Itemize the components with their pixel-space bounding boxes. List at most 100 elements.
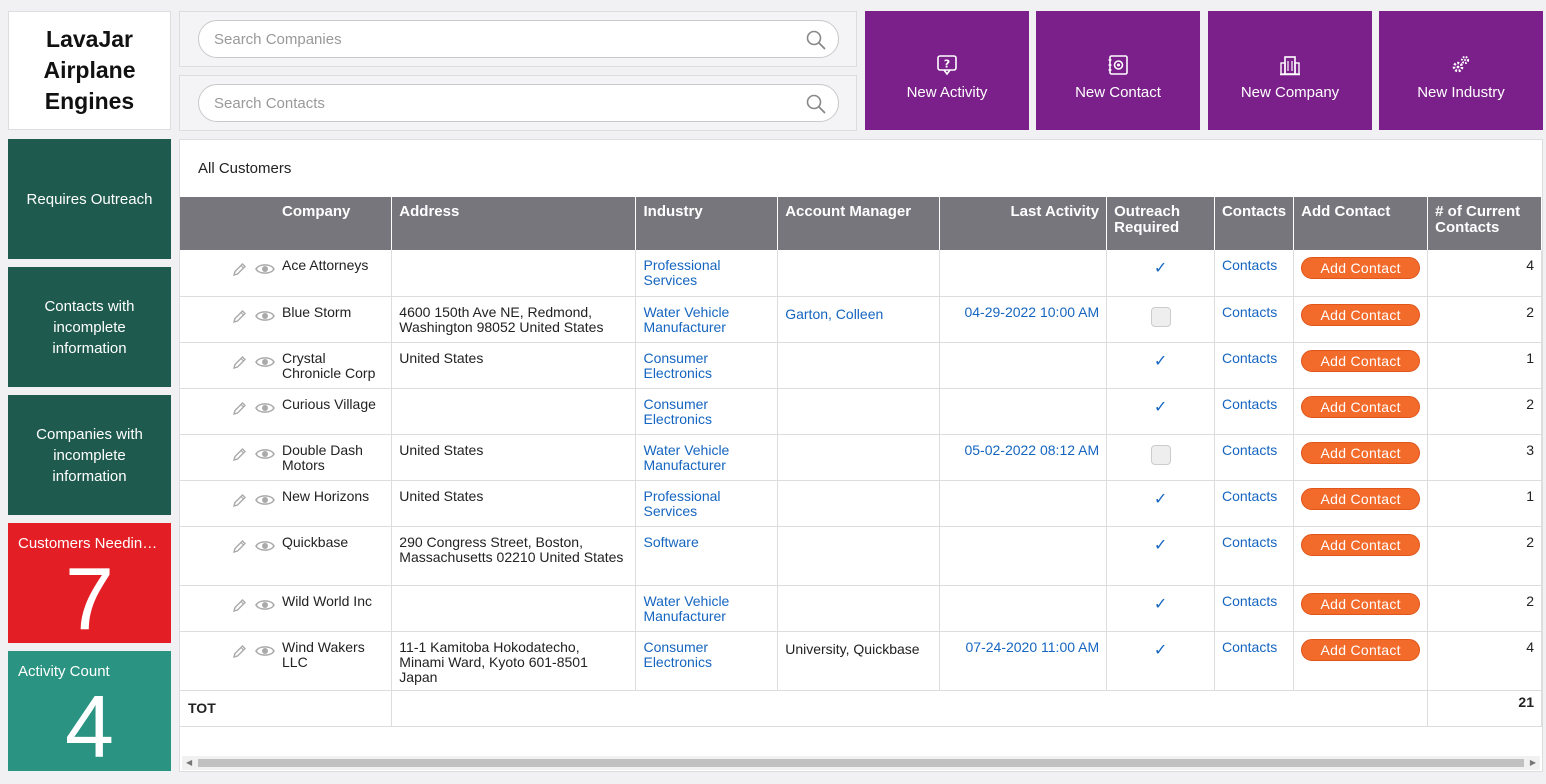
view-eye-icon[interactable]	[255, 644, 275, 658]
add-contact-button[interactable]: Add Contact	[1301, 303, 1421, 326]
add-contact-button[interactable]: Add Contact	[1301, 395, 1421, 418]
view-eye-icon[interactable]	[255, 539, 275, 553]
view-eye-icon[interactable]	[255, 493, 275, 507]
edit-pencil-icon[interactable]	[232, 262, 247, 277]
table-row: Blue Storm 4600 150th Ave NE, Redmond, Wa…	[180, 296, 1542, 343]
requires-outreach-tile[interactable]: Requires Outreach	[8, 139, 171, 259]
edit-pencil-icon[interactable]	[232, 447, 247, 462]
col-outreach-required[interactable]: Outreach Required	[1106, 197, 1215, 250]
scroll-right-icon[interactable]: ▶	[1530, 758, 1536, 767]
last-activity-link[interactable]	[939, 526, 1108, 586]
industry-link[interactable]: Professional Services	[635, 480, 779, 527]
contacts-link[interactable]: Contacts	[1214, 296, 1295, 343]
view-eye-icon[interactable]	[255, 598, 275, 612]
industry-link[interactable]: Software	[635, 526, 779, 586]
add-contact-button[interactable]: Add Contact	[1301, 487, 1421, 510]
horizontal-scrollbar[interactable]: ◀ ▶	[182, 756, 1540, 770]
col-contacts[interactable]: Contacts	[1214, 197, 1295, 250]
edit-pencil-icon[interactable]	[232, 309, 247, 324]
contacts-link[interactable]: Contacts	[1214, 434, 1295, 481]
company-cell: Ace Attorneys	[180, 250, 393, 297]
industry-link[interactable]: Professional Services	[635, 250, 779, 297]
account-manager-link[interactable]	[777, 585, 940, 632]
add-contact-button[interactable]: Add Contact	[1301, 257, 1421, 279]
contacts-link[interactable]: Contacts	[1214, 342, 1295, 389]
account-manager-link[interactable]: University, Quickbase	[777, 631, 940, 691]
outreach-checkbox[interactable]	[1150, 444, 1171, 465]
add-contact-button[interactable]: Add Contact	[1301, 441, 1421, 464]
last-activity-link[interactable]	[939, 342, 1108, 389]
contacts-link[interactable]: Contacts	[1214, 631, 1295, 691]
add-contact-button[interactable]: Add Contact	[1301, 349, 1421, 372]
contacts-link[interactable]: Contacts	[1214, 250, 1295, 297]
col-industry[interactable]: Industry	[635, 197, 779, 250]
last-activity-link[interactable]: 05-02-2022 08:12 AM	[939, 434, 1108, 481]
edit-pencil-icon[interactable]	[232, 493, 247, 508]
last-activity-link[interactable]	[939, 585, 1108, 632]
outreach-checkbox[interactable]	[1150, 306, 1171, 327]
add-contact-cell: Add Contact	[1293, 631, 1429, 691]
contacts-link[interactable]: Contacts	[1214, 388, 1295, 435]
companies-incomplete-tile[interactable]: Companies with incomplete information	[8, 395, 171, 515]
account-manager-link[interactable]	[777, 434, 940, 481]
edit-pencil-icon[interactable]	[232, 355, 247, 370]
view-eye-icon[interactable]	[255, 355, 275, 369]
new-industry-button[interactable]: New Industry	[1379, 11, 1543, 130]
view-eye-icon[interactable]	[255, 447, 275, 461]
last-activity-link[interactable]: 07-24-2020 11:00 AM	[939, 631, 1108, 691]
view-eye-icon[interactable]	[255, 401, 275, 415]
table-header-row: Company Address Industry Account Manager…	[180, 197, 1542, 250]
industry-link[interactable]: Consumer Electronics	[635, 631, 779, 691]
checkmark-icon: ✓	[1153, 398, 1168, 416]
contacts-link[interactable]: Contacts	[1214, 526, 1295, 586]
scroll-left-icon[interactable]: ◀	[186, 758, 192, 767]
account-manager-link[interactable]	[777, 250, 940, 297]
search-icon[interactable]	[806, 30, 826, 50]
view-eye-icon[interactable]	[255, 309, 275, 323]
current-contacts-count: 2	[1427, 388, 1542, 435]
scrollbar-thumb[interactable]	[198, 759, 1524, 767]
checkmark-icon: ✓	[1153, 490, 1168, 508]
industry-link[interactable]: Consumer Electronics	[635, 388, 779, 435]
industry-link[interactable]: Water Vehicle Manufacturer	[635, 296, 779, 343]
account-manager-link[interactable]	[777, 388, 940, 435]
industry-link[interactable]: Water Vehicle Manufacturer	[635, 585, 779, 632]
add-contact-button[interactable]: Add Contact	[1301, 533, 1421, 556]
contacts-link[interactable]: Contacts	[1214, 585, 1295, 632]
account-manager-link[interactable]	[777, 342, 940, 389]
requires-outreach-label: Requires Outreach	[26, 190, 153, 208]
search-icon[interactable]	[806, 94, 826, 114]
account-manager-link[interactable]	[777, 526, 940, 586]
col-company[interactable]: Company	[180, 197, 393, 250]
last-activity-link[interactable]	[939, 480, 1108, 527]
contacts-link[interactable]: Contacts	[1214, 480, 1295, 527]
add-contact-button[interactable]: Add Contact	[1301, 638, 1421, 661]
customers-needing-outreach-tile[interactable]: Customers Needing Outreach 7	[8, 523, 171, 643]
search-contacts-input[interactable]	[212, 85, 792, 121]
contacts-incomplete-tile[interactable]: Contacts with incomplete information	[8, 267, 171, 387]
industry-link[interactable]: Consumer Electronics	[635, 342, 779, 389]
view-eye-icon[interactable]	[255, 262, 275, 276]
new-contact-button[interactable]: New Contact	[1036, 11, 1200, 130]
edit-pencil-icon[interactable]	[232, 598, 247, 613]
activity-count-tile[interactable]: Activity Count 4	[8, 651, 171, 771]
col-add-contact[interactable]: Add Contact	[1293, 197, 1429, 250]
last-activity-link[interactable]	[939, 388, 1108, 435]
search-companies-input[interactable]	[212, 21, 792, 57]
last-activity-link[interactable]: 04-29-2022 10:00 AM	[939, 296, 1108, 343]
table-row: Wild World Inc Water Vehicle Manufacturer…	[180, 585, 1542, 632]
last-activity-link[interactable]	[939, 250, 1108, 297]
col-account-manager[interactable]: Account Manager	[777, 197, 940, 250]
col-address[interactable]: Address	[391, 197, 637, 250]
add-contact-button[interactable]: Add Contact	[1301, 592, 1421, 615]
edit-pencil-icon[interactable]	[232, 539, 247, 554]
account-manager-link[interactable]: Garton, Colleen	[777, 296, 940, 343]
account-manager-link[interactable]	[777, 480, 940, 527]
col-last-activity[interactable]: Last Activity	[939, 197, 1108, 250]
edit-pencil-icon[interactable]	[232, 644, 247, 659]
new-activity-button[interactable]: ? New Activity	[865, 11, 1029, 130]
col-current-contacts[interactable]: # of Current Contacts	[1427, 197, 1542, 250]
new-company-button[interactable]: New Company	[1208, 11, 1372, 130]
industry-link[interactable]: Water Vehicle Manufacturer	[635, 434, 779, 481]
edit-pencil-icon[interactable]	[232, 401, 247, 416]
